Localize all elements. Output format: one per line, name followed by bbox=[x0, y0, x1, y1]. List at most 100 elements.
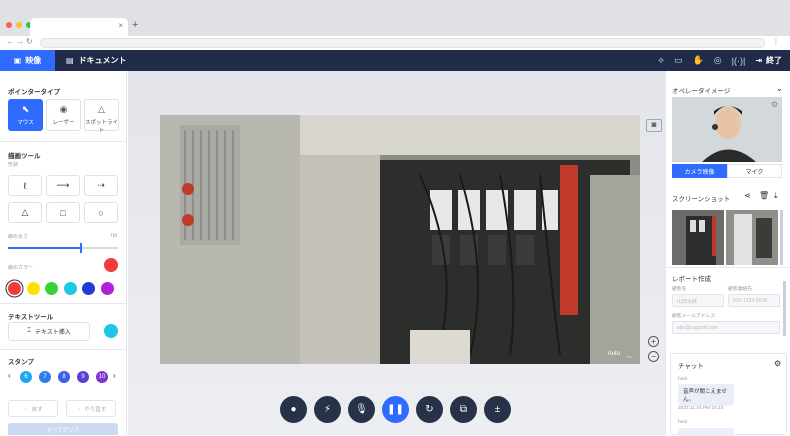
shape-subtitle: 形状 bbox=[8, 162, 19, 168]
screen-icon[interactable]: ▭ bbox=[674, 55, 683, 66]
customer-email-label: 顧客メールアドレス bbox=[672, 314, 716, 319]
report-title: レポート作成 bbox=[672, 276, 711, 283]
tab-document[interactable]: ▤ ドキュメント bbox=[66, 50, 127, 71]
pointer-laser-label: レーザー bbox=[52, 120, 75, 126]
tab-video[interactable]: ▣ 映像 bbox=[0, 50, 55, 71]
stamp-item[interactable]: 10 bbox=[96, 371, 108, 383]
stamp-item[interactable]: 7 bbox=[39, 371, 51, 383]
zoom-out-icon[interactable]: − bbox=[648, 351, 659, 362]
forward-icon[interactable]: → bbox=[16, 37, 24, 46]
pause-button[interactable]: ❚❚ bbox=[382, 396, 409, 423]
back-icon[interactable]: ← bbox=[6, 37, 14, 46]
thickness-label: 線の太さ bbox=[8, 234, 29, 240]
address-bar[interactable] bbox=[40, 38, 765, 48]
arrow-tool-button[interactable]: ⟶ bbox=[46, 175, 80, 196]
menu-dots-icon[interactable]: ⋮ bbox=[772, 37, 780, 46]
reload-icon[interactable]: ↻ bbox=[26, 37, 33, 46]
triangle-icon: △ bbox=[21, 207, 29, 217]
thickness-slider-handle[interactable] bbox=[79, 243, 82, 253]
line-color-label: 線のカラー bbox=[8, 265, 34, 271]
close-tab-icon[interactable]: × bbox=[118, 21, 123, 30]
text-color-swatch[interactable] bbox=[104, 324, 118, 338]
download-icon[interactable]: ⤓ bbox=[774, 191, 778, 201]
dashed-arrow-icon: ⇢ bbox=[97, 180, 105, 190]
screenshot-thumbnail[interactable] bbox=[726, 210, 778, 265]
clear-all-button[interactable]: すべてクリア bbox=[8, 423, 118, 435]
mic-tab[interactable]: マイク bbox=[727, 164, 782, 178]
customer-name-field[interactable]: 山田太郎 bbox=[672, 294, 724, 307]
share-icon[interactable]: ⟡ bbox=[658, 55, 664, 66]
color-swatch[interactable] bbox=[26, 282, 40, 295]
undo-button[interactable]: ← 戻す bbox=[8, 400, 58, 417]
undo-label: 戻す bbox=[31, 406, 43, 413]
customer-phone-label: 顧客連絡先 bbox=[728, 287, 752, 292]
freehand-tool-button[interactable]: ℓ bbox=[8, 175, 42, 196]
flash-off-button[interactable]: ⚡ bbox=[314, 396, 341, 423]
auto-focus-control[interactable]: Auto ︿ bbox=[608, 351, 632, 360]
camera-switch-icon[interactable]: ◎ bbox=[714, 55, 722, 66]
snapshot-camera-icon[interactable]: ◙ bbox=[646, 119, 662, 132]
circle-icon: ○ bbox=[98, 207, 104, 218]
minimize-window-dot[interactable] bbox=[16, 22, 22, 28]
chevron-down-icon[interactable]: ⌄ bbox=[776, 84, 783, 93]
laser-icon: ◉ bbox=[59, 104, 68, 114]
mic-off-button[interactable]: 🎙 bbox=[348, 396, 375, 423]
chevron-up-icon: ︿ bbox=[625, 354, 632, 360]
chat-title: チャット bbox=[678, 363, 704, 370]
chevron-right-icon[interactable]: › bbox=[113, 371, 116, 380]
undo-icon: ← bbox=[23, 405, 29, 412]
browser-tab[interactable]: × bbox=[30, 18, 128, 36]
pause-icon: ❚❚ bbox=[387, 404, 404, 415]
camera-video-tab[interactable]: カメラ映像 bbox=[672, 164, 727, 178]
redo-button[interactable]: → やり直す bbox=[66, 400, 116, 417]
color-swatch[interactable] bbox=[100, 282, 114, 295]
new-tab-icon[interactable]: + bbox=[132, 19, 138, 31]
settings-icon[interactable]: ⚙ bbox=[771, 100, 778, 109]
square-tool-button[interactable]: □ bbox=[46, 202, 80, 223]
pointer-laser-button[interactable]: ◉ レーザー bbox=[46, 99, 81, 131]
stamp-item[interactable]: 9 bbox=[77, 371, 89, 383]
screenshot-thumbnail[interactable] bbox=[672, 210, 724, 265]
operator-portrait bbox=[672, 97, 782, 162]
chat-message: 音声が聞こえません。 bbox=[678, 384, 734, 406]
color-swatch[interactable] bbox=[82, 282, 95, 295]
zoom-in-icon[interactable]: + bbox=[648, 336, 659, 347]
cursor-icon: ⬉ bbox=[21, 104, 30, 114]
capture-button[interactable]: ⧉ bbox=[450, 396, 477, 423]
divider bbox=[666, 267, 790, 268]
chevron-left-icon[interactable]: ‹ bbox=[8, 371, 11, 380]
pointer-spotlight-button[interactable]: △ スポットライト bbox=[84, 99, 119, 134]
circle-tool-button[interactable]: ○ bbox=[84, 202, 118, 223]
pointer-mouse-button[interactable]: ⬉ マウス bbox=[8, 99, 43, 131]
customer-phone-field[interactable]: 010-1234-5678 bbox=[728, 294, 780, 307]
brightness-icon: ± bbox=[494, 404, 501, 415]
share-icon[interactable]: ⋖ bbox=[744, 191, 751, 200]
insert-text-button[interactable]: ⌶ テキスト挿入 bbox=[8, 322, 90, 341]
screenshot-scrollbar[interactable] bbox=[780, 210, 783, 265]
square-icon: □ bbox=[60, 207, 66, 218]
color-swatch[interactable] bbox=[63, 282, 77, 295]
selected-color-swatch[interactable] bbox=[104, 258, 118, 272]
color-swatch[interactable] bbox=[8, 282, 21, 295]
hand-icon[interactable]: ✋ bbox=[693, 55, 704, 66]
end-button[interactable]: ⇥ 終了 bbox=[755, 55, 782, 66]
camera-feed[interactable]: Auto ︿ bbox=[160, 115, 640, 364]
stamp-item[interactable]: 8 bbox=[58, 371, 70, 383]
thickness-slider[interactable] bbox=[8, 243, 118, 253]
customer-email-field[interactable]: abc@support.com bbox=[672, 321, 780, 334]
brightness-button[interactable]: ± bbox=[484, 396, 511, 423]
close-window-dot[interactable] bbox=[6, 22, 12, 28]
divider bbox=[0, 303, 126, 304]
rotate-button[interactable]: ↻ bbox=[416, 396, 443, 423]
address-row: ← → ↻ ⋮ bbox=[0, 36, 790, 50]
trash-icon[interactable]: 🗑 bbox=[759, 191, 769, 200]
stamp-item[interactable]: 6 bbox=[20, 371, 32, 383]
dashed-arrow-tool-button[interactable]: ⇢ bbox=[84, 175, 118, 196]
report-scrollbar[interactable] bbox=[783, 281, 786, 336]
pointer-control-button[interactable]: ● bbox=[280, 396, 307, 423]
signal-icon: |(·)| bbox=[731, 55, 746, 66]
color-swatch[interactable] bbox=[45, 282, 58, 295]
settings-icon[interactable]: ⚙ bbox=[774, 359, 781, 368]
triangle-tool-button[interactable]: △ bbox=[8, 202, 42, 223]
pointer-type-title: ポインタータイプ bbox=[8, 89, 60, 96]
